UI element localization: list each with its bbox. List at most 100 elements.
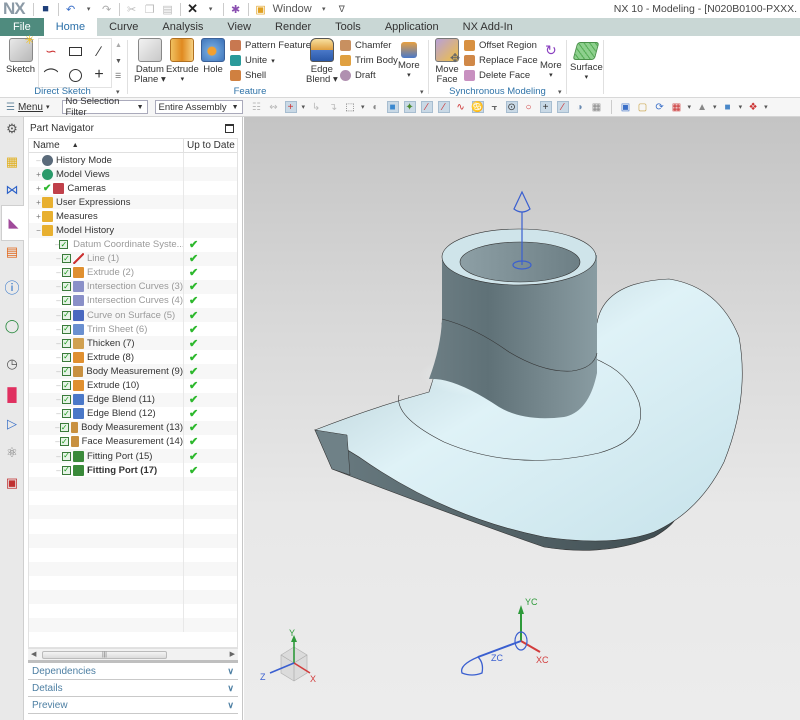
chevron-down-icon[interactable]: ▾ (739, 103, 743, 111)
web-browser-icon[interactable]: ◯ (3, 317, 21, 335)
tree-row[interactable]: – ✓ Fitting Port (15) ✔ (29, 448, 237, 464)
menu-button[interactable]: ☰ Menu ▾ (6, 102, 50, 113)
existing-point-icon[interactable]: + (539, 101, 552, 113)
flange-end-face[interactable] (314, 429, 351, 476)
assembly-scope-dropdown[interactable]: Entire Assembly ▼ (154, 100, 243, 114)
hole-button[interactable]: Hole (201, 38, 225, 75)
tab-curve[interactable]: Curve (97, 18, 150, 36)
quadrant-point-icon[interactable]: ⊙ (505, 101, 518, 113)
tree-row[interactable]: − Model History (29, 223, 237, 238)
boss-bore[interactable] (459, 241, 581, 283)
constraint-navigator-icon[interactable]: ⋈ (3, 181, 21, 199)
arc-icon[interactable]: ⌒ (42, 66, 60, 85)
tree-row[interactable]: – ✓ Intersection Curves (4) ✔ (29, 293, 237, 309)
visibility-checkbox[interactable]: ✓ (62, 465, 71, 475)
column-uptodate-header[interactable]: Up to Date (184, 139, 237, 152)
expand-toggle-icon[interactable]: + (35, 170, 42, 179)
arc-center-icon[interactable]: ⫟ (489, 101, 501, 113)
history-icon[interactable]: ◷ (3, 355, 21, 373)
point-icon[interactable]: + (90, 66, 108, 84)
tree-row[interactable]: – ✓ Edge Blend (11) ✔ (29, 392, 237, 407)
tree-row[interactable]: – ✓ Body Measurement (13) ✔ (29, 420, 237, 435)
part-body[interactable] (314, 228, 743, 551)
chevron-down-icon[interactable]: ▾ (713, 103, 717, 111)
expand-toggle-icon[interactable]: + (35, 212, 42, 221)
chevron-down-icon[interactable]: ▾ (302, 103, 306, 111)
tab-application[interactable]: Application (373, 18, 451, 36)
tree-row[interactable]: – ✓ Edge Blend (12) ✔ (29, 406, 237, 421)
tree-row[interactable]: – ✓ Body Measurement (9) ✔ (29, 364, 237, 379)
rectangle-select-icon[interactable]: ⬚ (344, 101, 356, 113)
snap-add-icon[interactable]: + (284, 101, 297, 113)
hd3d-tools-icon[interactable]: ⓘ (3, 278, 21, 297)
show-hidden-icon[interactable]: ◐ (370, 101, 382, 113)
delete-icon[interactable]: ✕ (187, 1, 199, 16)
orient-view-icon[interactable]: ▦ (671, 101, 683, 113)
system-scenes-icon[interactable]: ▣ (3, 474, 21, 492)
tree-row[interactable]: + Measures (29, 209, 237, 224)
delete-dropdown-icon[interactable]: ▾ (205, 3, 217, 15)
grid-icon[interactable]: ▦ (591, 101, 603, 113)
paste-icon[interactable]: ▤ (162, 3, 174, 16)
part-navigator-icon[interactable]: ◣ (1, 205, 25, 241)
visibility-checkbox[interactable]: ✓ (62, 395, 71, 405)
reuse-library-icon[interactable]: ▤ (3, 243, 21, 261)
customize-qa-icon[interactable]: ∇ (336, 3, 348, 15)
select-faces-icon[interactable]: ↴ (327, 101, 339, 113)
maximize-icon[interactable] (225, 124, 234, 133)
sketch-button[interactable]: ✳ Sketch (6, 34, 35, 75)
profile-icon[interactable]: ∽ (42, 42, 60, 60)
tree-row[interactable]: – ✓ Thicken (7) ✔ (29, 336, 237, 351)
datum-plane-button[interactable]: Datum Plane ▾ (134, 38, 166, 85)
graphics-window[interactable]: Y X Z YC XC ZC (244, 117, 800, 720)
save-icon[interactable]: ■ (40, 3, 52, 15)
select-feature-icon[interactable]: ☷ (251, 101, 263, 113)
gallery-scroll-up[interactable]: ▲ (115, 42, 122, 49)
feature-group-dropdown[interactable]: ▾ (420, 88, 424, 96)
gallery-scroll-down[interactable]: ▼ (115, 58, 122, 65)
chamfer-button[interactable]: Chamfer (340, 40, 391, 51)
scroll-left-icon[interactable]: ◀ (31, 650, 36, 658)
tab-home[interactable]: Home (43, 18, 98, 36)
visibility-checkbox[interactable]: ✓ (62, 352, 71, 362)
tree-row[interactable]: – ✓ Intersection Curves (3) ✔ (29, 279, 237, 294)
tree-row[interactable]: – ✓ Datum Coordinate Syste... ✔ (29, 237, 237, 252)
visibility-checkbox[interactable]: ✓ (62, 409, 71, 419)
tab-render[interactable]: Render (263, 18, 323, 36)
visibility-checkbox[interactable]: ✓ (62, 310, 71, 320)
settings-icon[interactable]: ⚙ (3, 120, 21, 138)
end-point-icon[interactable]: ∕ (420, 101, 433, 113)
visibility-checkbox[interactable]: ✓ (61, 366, 71, 376)
visibility-checkbox[interactable]: ✓ (62, 381, 71, 391)
control-point-icon[interactable]: ∿ (455, 101, 467, 113)
scroll-right-icon[interactable]: ▶ (230, 650, 235, 658)
tab-analysis[interactable]: Analysis (150, 18, 215, 36)
shell-button[interactable]: Shell (230, 70, 266, 81)
snap-point-icon[interactable]: ✦ (403, 101, 416, 113)
visibility-checkbox[interactable]: ✓ (59, 423, 69, 433)
chevron-down-icon[interactable]: ▾ (764, 103, 768, 111)
panel-preview[interactable]: Preview ∨ (28, 697, 238, 714)
redo-icon[interactable]: ↷ (101, 3, 113, 16)
column-name-header[interactable]: Name ▲ (29, 139, 184, 152)
group-dropdown[interactable]: ▾ (116, 88, 120, 96)
rotate-icon[interactable]: ⟳ (654, 101, 666, 113)
tree-row[interactable]: – History Mode (29, 153, 237, 168)
expand-toggle-icon[interactable]: + (35, 184, 42, 193)
tree-row[interactable]: + Model Views (29, 167, 237, 182)
panel-details[interactable]: Details ∨ (28, 680, 238, 697)
tree-row[interactable]: – ✓ Extrude (2) ✔ (29, 265, 237, 280)
draft-button[interactable]: Draft (340, 70, 376, 81)
rendering-style-icon[interactable]: ▲ (696, 101, 708, 113)
undo-icon[interactable]: ↶ (65, 3, 77, 16)
tree-row[interactable]: – ✓ Fitting Port (17) ✔ (29, 463, 237, 478)
gallery-expand[interactable]: ☰ (115, 72, 121, 80)
tab-nx-add-in[interactable]: NX Add-In (451, 18, 525, 36)
delete-face-button[interactable]: Delete Face (464, 70, 530, 81)
undo-dropdown-icon[interactable]: ▾ (83, 3, 95, 15)
visibility-checkbox[interactable]: ✓ (60, 437, 69, 447)
pattern-feature-button[interactable]: Pattern Feature (230, 40, 311, 51)
tree-row[interactable]: + ✔ Cameras (29, 181, 237, 196)
wcs-triad[interactable] (460, 605, 541, 676)
tree-row[interactable]: – ✓ Face Measurement (14) ✔ (29, 434, 237, 449)
